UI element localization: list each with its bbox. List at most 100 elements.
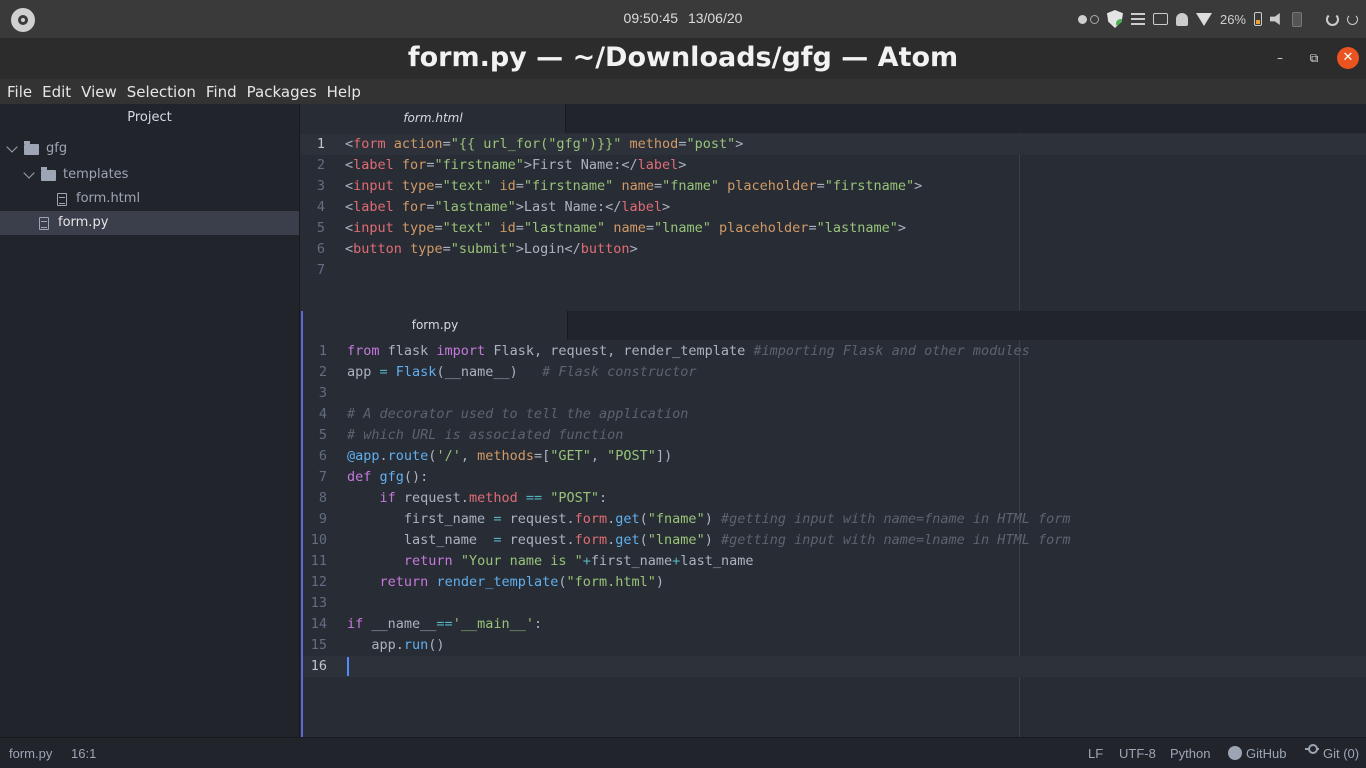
code-line[interactable]: 5 <input type="text" id="lastname" name="… (301, 218, 1366, 239)
code-line[interactable]: 4 # A decorator used to tell the applicat… (303, 404, 1366, 425)
system-top-bar: 09:50:45 13/06/20 26% (0, 0, 1366, 38)
code-line[interactable]: 6 <button type="submit">Login</button> (301, 239, 1366, 260)
menu-find[interactable]: Find (201, 83, 242, 101)
line-number: 10 (310, 532, 327, 548)
menu-selection[interactable]: Selection (122, 83, 201, 101)
line-number: 2 (318, 364, 327, 380)
line-number: 13 (310, 595, 327, 611)
tree-header[interactable]: Project (0, 104, 299, 132)
line-number: 2 (316, 157, 325, 173)
chevron-down-icon (23, 167, 35, 179)
github-label: GitHub (1246, 746, 1287, 761)
wifi-icon[interactable] (1195, 12, 1212, 26)
line-number: 8 (318, 490, 327, 506)
status-line-ending[interactable]: LF (1088, 746, 1103, 761)
tab-form-py[interactable]: form.py (303, 311, 568, 340)
system-tray: 26% (1077, 9, 1358, 29)
tree-folder-templates[interactable]: templates (0, 163, 299, 187)
tab-form-html[interactable]: form.html (301, 104, 566, 133)
code-line[interactable]: 12 return render_template("form.html") (303, 572, 1366, 593)
code-line[interactable]: 6 @app.route('/', methods=["GET", "POST"]… (303, 446, 1366, 467)
line-number: 11 (310, 553, 327, 569)
code-text: <label for="firstname">First Name:</labe… (345, 157, 687, 173)
status-encoding[interactable]: UTF-8 (1119, 746, 1156, 761)
menu-file[interactable]: File (2, 83, 37, 101)
menu-help[interactable]: Help (322, 83, 366, 101)
code-line[interactable]: 15 app.run() (303, 635, 1366, 656)
indicator-dot-empty-icon[interactable] (1089, 14, 1099, 24)
notification-bell-icon[interactable] (1175, 12, 1188, 26)
tree-file-form-html[interactable]: form.html (0, 187, 299, 211)
line-number: 14 (310, 616, 327, 632)
bluetooth-icon[interactable] (1292, 11, 1302, 27)
code-line[interactable]: 1 <form action="{{ url_for("gfg")}}" meth… (301, 134, 1366, 155)
line-number: 7 (318, 469, 327, 485)
code-line[interactable]: 2 app = Flask(__name__) # Flask construct… (303, 362, 1366, 383)
folder-icon (24, 140, 39, 155)
code-line[interactable]: 3 (303, 383, 1366, 404)
code-line[interactable]: 7 (301, 260, 1366, 281)
code-line[interactable]: 1 from flask import Flask, request, rende… (303, 341, 1366, 362)
menu-bar: File Edit View Selection Find Packages H… (0, 79, 1366, 104)
code-text: last_name = request.form.get("lname") #g… (347, 532, 1071, 548)
line-number: 5 (318, 427, 327, 443)
tab-bar: form.py (303, 311, 1366, 340)
code-line[interactable]: 7 def gfg(): (303, 467, 1366, 488)
minimize-button[interactable]: – (1269, 47, 1291, 69)
project-tree-view: Project gfg templates form.html form.py (0, 104, 300, 737)
code-line[interactable]: 10 last_name = request.form.get("lname")… (303, 530, 1366, 551)
menu-edit[interactable]: Edit (37, 83, 76, 101)
line-number: 7 (316, 262, 325, 278)
code-line[interactable]: 4 <label for="lastname">Last Name:</label… (301, 197, 1366, 218)
menu-view[interactable]: View (76, 83, 122, 101)
code-line[interactable]: 8 if request.method == "POST": (303, 488, 1366, 509)
code-text: first_name = request.form.get("fname") #… (347, 511, 1071, 527)
code-line-current[interactable]: 16 (303, 656, 1366, 677)
code-text: <form action="{{ url_for("gfg")}}" metho… (345, 136, 744, 152)
line-number: 1 (316, 136, 325, 152)
battery-icon[interactable] (1254, 12, 1262, 26)
folder-icon[interactable] (1152, 13, 1168, 25)
indicator-dot-icon[interactable] (1077, 14, 1087, 24)
tree-folder-label: gfg (46, 141, 68, 156)
menu-icon[interactable] (1130, 13, 1145, 25)
vpn-shield-icon[interactable] (1106, 10, 1123, 28)
git-commit-icon (1305, 744, 1319, 756)
tree-folder-gfg[interactable]: gfg (0, 137, 299, 161)
status-grammar[interactable]: Python (1170, 746, 1210, 761)
tree-file-label: form.html (76, 191, 141, 206)
code-line[interactable]: 2 <label for="firstname">First Name:</lab… (301, 155, 1366, 176)
code-text: <label for="lastname">Last Name:</label> (345, 199, 671, 215)
tree-file-form-py[interactable]: form.py (0, 211, 299, 235)
git-label: Git (0) (1323, 746, 1360, 761)
line-number: 9 (318, 511, 327, 527)
maximize-button[interactable]: ⧉ (1303, 47, 1325, 69)
status-git[interactable]: Git (0) (1305, 744, 1360, 761)
code-text: def gfg(): (347, 469, 429, 485)
status-file-name[interactable]: form.py (9, 746, 52, 761)
status-github[interactable]: GitHub (1228, 746, 1286, 761)
power-icon[interactable] (1326, 12, 1339, 26)
code-line[interactable]: 3 <input type="text" id="firstname" name=… (301, 176, 1366, 197)
status-cursor-position[interactable]: 16:1 (71, 746, 96, 761)
window-title: form.py — ~/Downloads/gfg — Atom (407, 42, 959, 73)
battery-percent[interactable]: 26% (1220, 12, 1246, 27)
file-icon (39, 216, 49, 230)
code-line[interactable]: 14 if __name__=='__main__': (303, 614, 1366, 635)
code-line[interactable]: 5 # which URL is associated function (303, 425, 1366, 446)
window-title-bar[interactable]: form.py — ~/Downloads/gfg — Atom – ⧉ ✕ (0, 38, 1366, 79)
code-text: # A decorator used to tell the applicati… (347, 406, 689, 422)
code-text: app.run() (347, 637, 445, 653)
close-button[interactable]: ✕ (1337, 47, 1359, 69)
menu-packages[interactable]: Packages (242, 83, 322, 101)
session-icon[interactable] (1347, 13, 1358, 25)
line-number: 3 (318, 385, 327, 401)
code-line[interactable]: 9 first_name = request.form.get("fname")… (303, 509, 1366, 530)
code-text: return "Your name is "+first_name+last_n… (403, 553, 754, 569)
code-line[interactable]: 11 return "Your name is "+first_name+las… (303, 551, 1366, 572)
code-line[interactable]: 13 (303, 593, 1366, 614)
volume-icon[interactable] (1270, 13, 1280, 25)
status-bar: form.py 16:1 LF UTF-8 Python GitHub Git … (0, 737, 1366, 768)
tab-bar: form.html (301, 104, 1366, 133)
code-text: app = Flask(__name__) # Flask constructo… (347, 364, 697, 380)
